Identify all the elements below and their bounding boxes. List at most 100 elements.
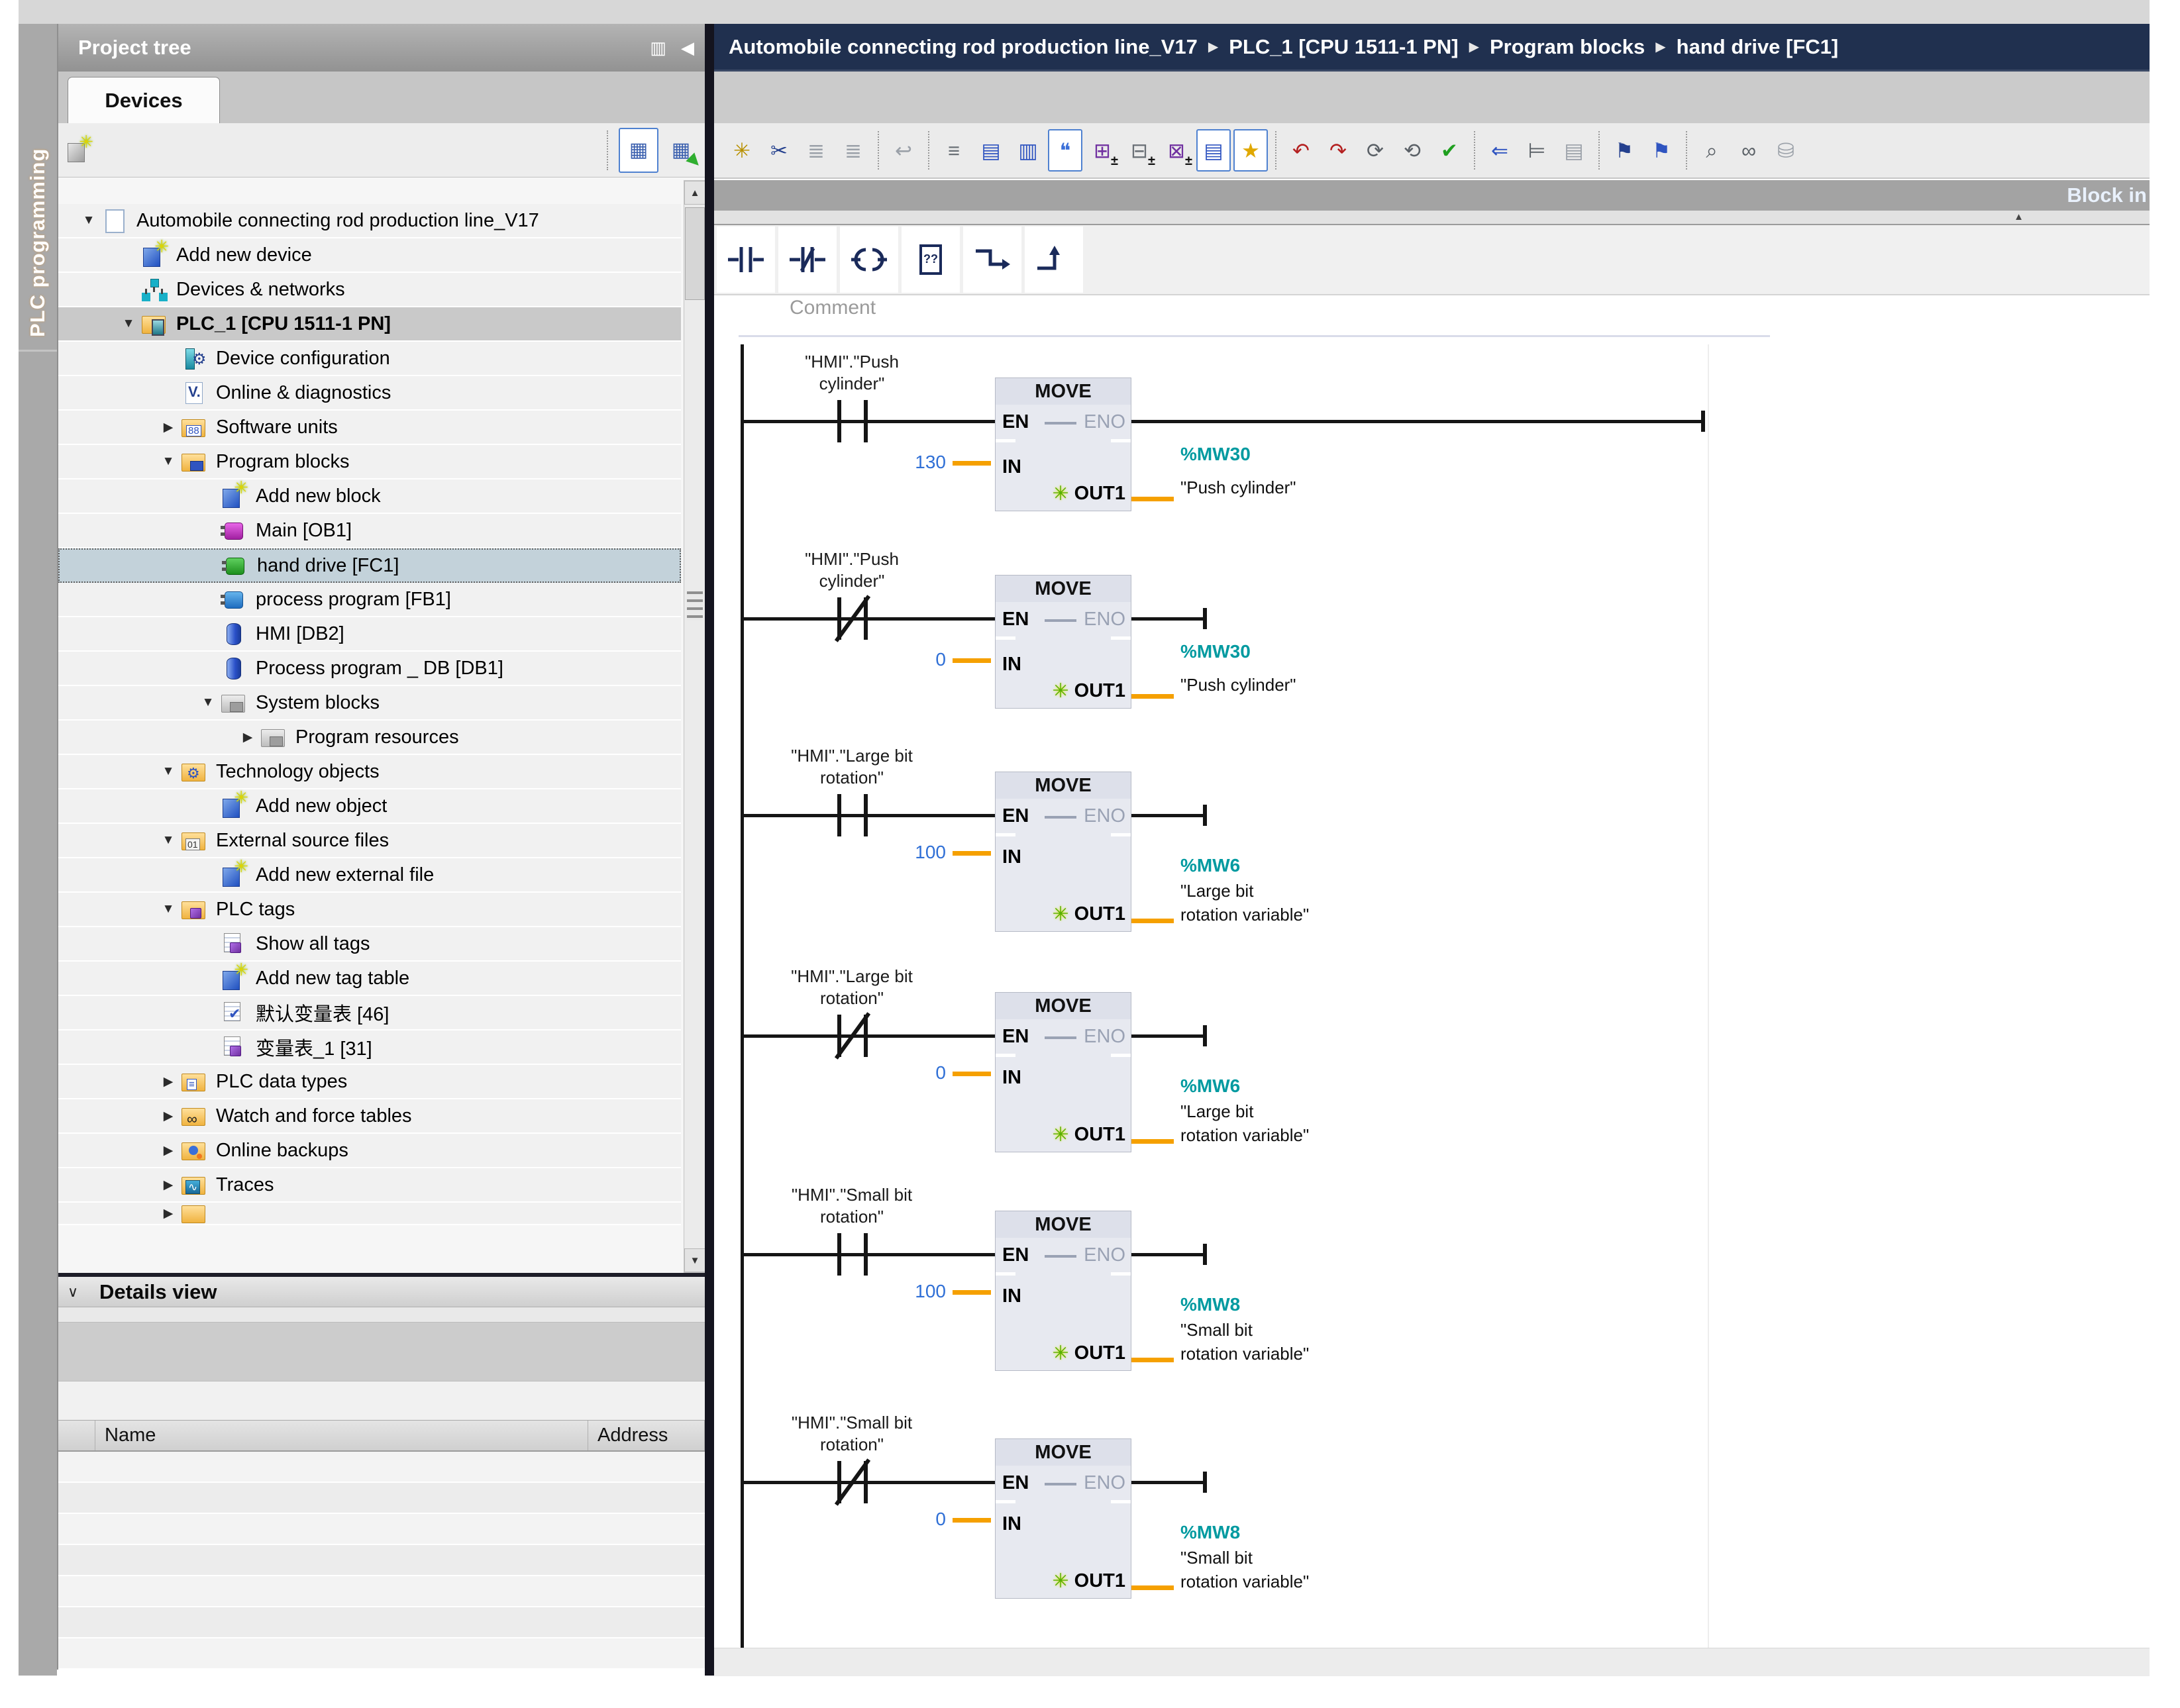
auto-collapse-panel-icon[interactable]: ▥	[650, 38, 666, 58]
scroll-up-icon[interactable]: ▲	[684, 181, 705, 205]
contact-tag-label[interactable]: "HMI"."Pushcylinder"	[747, 351, 957, 395]
output-operand[interactable]: %MW30 "Push cylinder"	[1180, 444, 1296, 499]
in-value[interactable]: 0	[853, 649, 946, 670]
tree-item[interactable]: ▶Watch and force tables	[58, 1099, 681, 1134]
output-operand[interactable]: %MW8 "Small bitrotation variable"	[1180, 1294, 1309, 1366]
tree-item[interactable]: Online & diagnostics	[58, 376, 681, 411]
in-value[interactable]: 100	[853, 1281, 946, 1302]
tree-item[interactable]: 默认变量表 [46]	[58, 996, 681, 1030]
find-and-replace-icon[interactable]: ⌕	[1694, 129, 1729, 172]
chevron-down-icon[interactable]: ▼	[156, 833, 180, 848]
tree-item[interactable]: Show all tags	[58, 927, 681, 962]
coil-icon[interactable]	[840, 226, 898, 293]
tree-item[interactable]: Process program _ DB [DB1]	[58, 652, 681, 686]
chevron-right-icon[interactable]: ▶	[236, 730, 260, 745]
tree-item[interactable]: Add new block	[58, 479, 681, 514]
expand-all-networks-icon[interactable]: ▤	[974, 129, 1008, 172]
in-value[interactable]: 100	[853, 842, 946, 863]
breadcrumb-item[interactable]: Program blocks	[1490, 35, 1645, 59]
contact-tag-label[interactable]: "HMI"."Pushcylinder"	[747, 548, 957, 592]
chevron-down-icon[interactable]: ▼	[77, 213, 101, 228]
open-branch-icon[interactable]	[963, 226, 1021, 293]
toggle-network-comments-icon[interactable]: ❝	[1048, 129, 1082, 172]
tree-item[interactable]: process program [FB1]	[58, 583, 681, 617]
contact-icon[interactable]	[837, 400, 841, 442]
chevron-down-icon[interactable]: ▼	[156, 764, 180, 779]
tree-item[interactable]: ▼Technology objects	[58, 755, 681, 789]
output-operand[interactable]: %MW8 "Small bitrotation variable"	[1180, 1522, 1309, 1593]
output-operand[interactable]: %MW6 "Large bitrotation variable"	[1180, 855, 1309, 927]
compile-block-icon[interactable]: ✔	[1432, 129, 1467, 172]
update-inconsistent-calls-icon[interactable]: ⟳	[1358, 129, 1392, 172]
details-column-view-icon[interactable]: ▦	[619, 128, 658, 173]
tree-item[interactable]: ▼Program blocks	[58, 445, 681, 479]
in-value[interactable]: 0	[853, 1509, 946, 1530]
block-interface-splitter[interactable]: ▲	[714, 211, 2150, 225]
chevron-right-icon[interactable]: ▶	[156, 1143, 180, 1158]
block-interface-bar[interactable]: Block in	[714, 180, 2150, 211]
chevron-down-icon[interactable]: ∨	[58, 1283, 87, 1301]
output-operand[interactable]: %MW30 "Push cylinder"	[1180, 641, 1296, 697]
contact-tag-label[interactable]: "HMI"."Small bitrotation"	[747, 1412, 957, 1456]
tree-item[interactable]: ▶Software units	[58, 411, 681, 445]
refresh-block-calls-icon[interactable]: ⟲	[1395, 129, 1429, 172]
tree-item[interactable]: HMI [DB2]	[58, 617, 681, 652]
delete-network-icon[interactable]: ✂	[762, 129, 796, 172]
operand-comment-display-icon[interactable]: ⊟±	[1122, 129, 1157, 172]
insert-row-above-icon[interactable]: ≣	[799, 129, 833, 172]
column-header-address[interactable]: Address	[588, 1421, 705, 1450]
contact-icon[interactable]	[837, 794, 841, 836]
chevron-down-icon[interactable]: ▼	[156, 902, 180, 917]
contact-icon[interactable]	[837, 1233, 841, 1276]
copy-snippet-icon[interactable]: ▤	[1557, 129, 1591, 172]
tree-item[interactable]: Add new external file	[58, 858, 681, 893]
tree-scrollbar[interactable]: ▲ ▼	[684, 180, 706, 1273]
breadcrumb-item[interactable]: hand drive [FC1]	[1677, 35, 1839, 59]
network-overview-icon[interactable]: ≡	[937, 129, 971, 172]
breadcrumb-item[interactable]: PLC_1 [CPU 1511-1 PN]	[1229, 35, 1458, 59]
output-operand[interactable]: %MW6 "Large bitrotation variable"	[1180, 1076, 1309, 1147]
move-block[interactable]: MOVE EN ENO IN ✳OUT1	[995, 1438, 1131, 1599]
chevron-right-icon[interactable]: ▶	[156, 1178, 180, 1193]
empty-box-icon[interactable]: ??	[902, 226, 960, 293]
next-bookmark-icon[interactable]: ⚑	[1644, 129, 1679, 172]
move-block[interactable]: MOVE EN ENO IN ✳OUT1	[995, 1211, 1131, 1371]
move-block[interactable]: MOVE EN ENO IN ✳OUT1	[995, 772, 1131, 932]
collapse-all-networks-icon[interactable]: ▥	[1011, 129, 1045, 172]
tree-item[interactable]: Add new object	[58, 789, 681, 824]
chevron-down-icon[interactable]: ▼	[117, 317, 140, 331]
tree-item[interactable]: Devices & networks	[58, 273, 681, 307]
chevron-right-icon[interactable]: ▶	[156, 1206, 180, 1221]
normally-closed-contact-icon[interactable]	[778, 226, 837, 293]
insert-network-icon[interactable]: ✳	[725, 129, 759, 172]
symbol-display-icon[interactable]: ⊠±	[1159, 129, 1194, 172]
tree-item[interactable]: ▶Online backups	[58, 1134, 681, 1168]
know-how-protection-icon[interactable]: ⛁	[1769, 129, 1803, 172]
goto-next-error-icon[interactable]: ↷	[1321, 129, 1355, 172]
insert-row-below-icon[interactable]: ≣	[836, 129, 870, 172]
add-device-icon[interactable]	[65, 137, 91, 164]
tree-item[interactable]: Device configuration	[58, 342, 681, 376]
collapse-panel-left-icon[interactable]: ◀	[681, 38, 694, 58]
call-structure-icon[interactable]: ⊨	[1520, 129, 1554, 172]
in-value[interactable]: 0	[853, 1062, 946, 1083]
tree-item[interactable]: hand drive [FC1]	[58, 548, 681, 583]
close-branch-icon[interactable]	[1025, 226, 1083, 293]
tree-item[interactable]: Add new device	[58, 238, 681, 273]
contact-icon[interactable]	[864, 794, 868, 836]
tree-item[interactable]: ▶PLC data types	[58, 1065, 681, 1099]
chevron-down-icon[interactable]: ▼	[196, 695, 220, 710]
normally-open-contact-icon[interactable]	[717, 226, 775, 293]
db-tag-display-icon[interactable]: ⊞±	[1085, 129, 1119, 172]
scrollbar-grip[interactable]	[687, 591, 703, 621]
contact-tag-label[interactable]: "HMI"."Small bitrotation"	[747, 1184, 957, 1228]
contact-tag-label[interactable]: "HMI"."Large bitrotation"	[747, 966, 957, 1009]
panel-splitter[interactable]	[705, 24, 714, 1676]
chevron-right-icon[interactable]: ▶	[156, 1074, 180, 1089]
tree-item[interactable]: ▼External source files	[58, 824, 681, 858]
tree-item[interactable]: ▶	[58, 1203, 681, 1225]
move-block[interactable]: MOVE EN ENO IN ✳OUT1	[995, 992, 1131, 1152]
scroll-down-icon[interactable]: ▼	[684, 1248, 705, 1272]
move-block[interactable]: MOVE EN ENO IN ✳OUT1	[995, 575, 1131, 709]
breadcrumb-item[interactable]: Automobile connecting rod production lin…	[729, 35, 1198, 59]
